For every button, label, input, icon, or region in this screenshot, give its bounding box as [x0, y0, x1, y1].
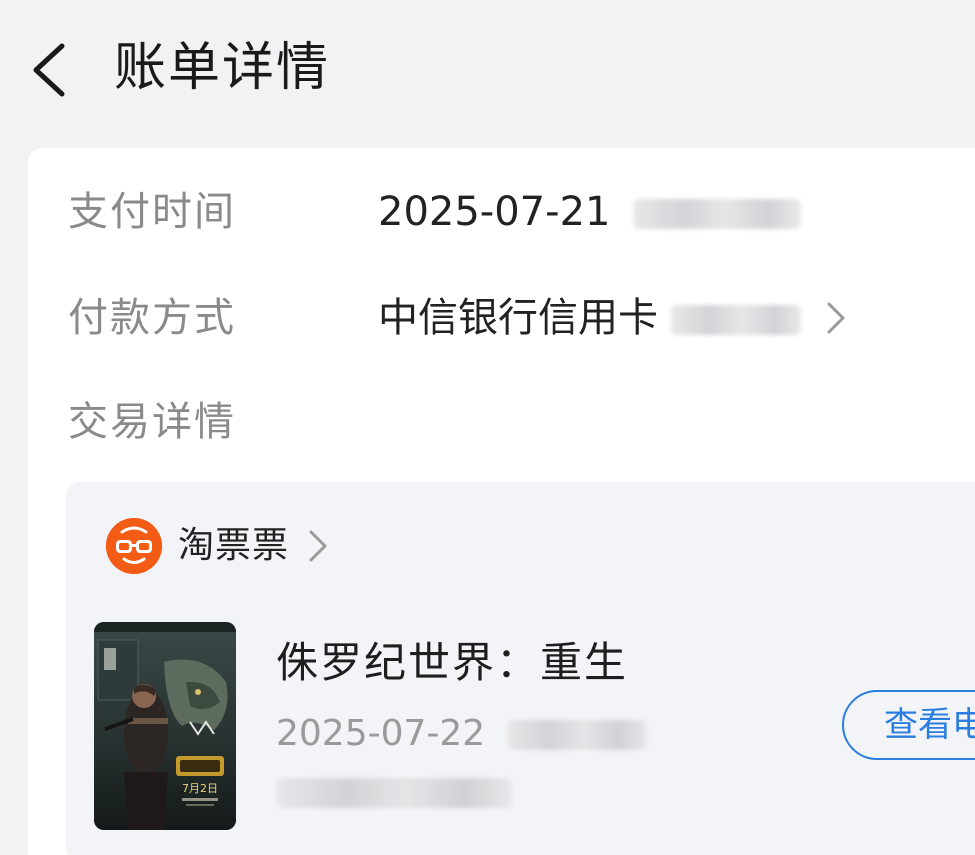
pay-method-label: 付款方式 — [68, 295, 236, 341]
movie-showtime: 2025-07-22 — [276, 708, 647, 760]
pay-method-row[interactable]: 付款方式 中信银行信用卡 — [68, 288, 968, 348]
trade-detail-row: 交易详情 — [68, 392, 968, 452]
taopiaopiao-logo-icon — [106, 518, 162, 574]
movie-poster-image: 7月2日 — [94, 622, 236, 830]
trade-detail-label: 交易详情 — [68, 399, 236, 445]
merchant-link[interactable]: 淘票票 — [106, 518, 406, 574]
card-number-redacted — [670, 305, 801, 335]
back-button[interactable] — [22, 38, 82, 102]
pay-method-bank: 中信银行信用卡 — [378, 295, 658, 341]
page-title: 账单详情 — [114, 38, 331, 98]
pay-method-value: 中信银行信用卡 — [378, 288, 801, 348]
pay-time-label: 支付时间 — [68, 189, 236, 235]
pay-time-date: 2025-07-21 — [378, 189, 611, 235]
movie-date: 2025-07-22 — [276, 713, 486, 754]
bill-detail-page: 账单详情 支付时间 2025-07-21 付款方式 中信银行信用卡 交易详情 淘… — [0, 0, 975, 855]
seat-info-redacted — [276, 778, 512, 808]
pay-time-value: 2025-07-21 — [378, 182, 802, 242]
poster-release-date: 7月2日 — [182, 782, 218, 795]
movie-seat-info — [276, 774, 576, 814]
chevron-left-icon — [33, 43, 65, 97]
chevron-right-icon — [827, 302, 845, 334]
trade-detail-box: 淘票票 7月2日 侏罗纪世界：重生 2025-07-22 查看电 — [66, 482, 975, 855]
header: 账单详情 — [0, 0, 975, 140]
movie-title: 侏罗纪世界：重生 — [276, 638, 629, 687]
view-ticket-button[interactable]: 查看电 — [842, 690, 975, 760]
merchant-name: 淘票票 — [178, 525, 290, 566]
bill-detail-card: 支付时间 2025-07-21 付款方式 中信银行信用卡 交易详情 淘票票 7月… — [28, 148, 975, 855]
chevron-right-icon — [309, 530, 327, 562]
pay-time-redacted — [633, 199, 802, 229]
movie-poster: 7月2日 — [94, 622, 236, 830]
pay-time-row: 支付时间 2025-07-21 — [68, 182, 968, 242]
showtime-redacted — [506, 720, 647, 750]
